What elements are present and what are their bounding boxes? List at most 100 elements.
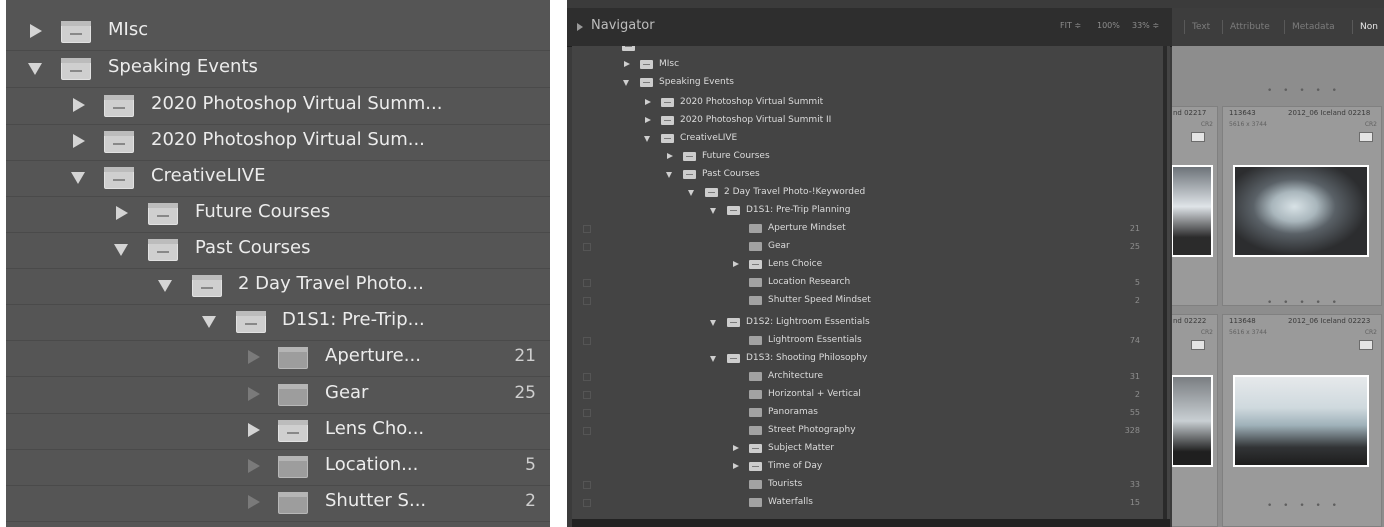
rating-dots[interactable]: • • • • •: [1267, 86, 1341, 96]
folder-row-d1s1[interactable]: D1S1: Pre-Trip...: [6, 304, 550, 341]
collapse-triangle-icon[interactable]: [71, 172, 85, 184]
folder-row-misc[interactable]: MIsc: [6, 14, 550, 51]
collapse-triangle-icon[interactable]: [666, 172, 672, 178]
rating-dots[interactable]: • • • • •: [1267, 298, 1341, 308]
tree-row-time-of-day[interactable]: Time of Day: [572, 458, 1162, 476]
photo-thumbnail[interactable]: [1172, 375, 1213, 467]
tree-row-street-photography[interactable]: Street Photography 328: [572, 422, 1162, 440]
photo-thumbnail[interactable]: [1233, 165, 1369, 257]
tree-scrollbar[interactable]: [1163, 46, 1167, 521]
tree-row-speaking-events[interactable]: Speaking Events: [572, 74, 1162, 92]
folder-row-2020-summit[interactable]: 2020 Photoshop Virtual Summ...: [6, 88, 550, 125]
expand-triangle-icon[interactable]: [733, 261, 739, 267]
tree-row-horizontal-vertical[interactable]: Horizontal + Vertical 2: [572, 386, 1162, 404]
tree-row-past-courses[interactable]: Past Courses: [572, 166, 1162, 184]
zoom-33-option[interactable]: 33% ≑: [1132, 21, 1159, 30]
expand-triangle-icon[interactable]: [733, 463, 739, 469]
expand-triangle-icon[interactable]: [645, 117, 651, 123]
expand-triangle-icon[interactable]: [248, 423, 260, 437]
grid-cell[interactable]: 113643 2012_06 Iceland 02218 5616 x 3744…: [1222, 106, 1382, 306]
folder-row-future-courses[interactable]: Future Courses: [6, 196, 550, 233]
folder-row-speaking-events[interactable]: Speaking Events: [6, 51, 550, 88]
collapse-triangle-icon[interactable]: [710, 320, 716, 326]
row-checkbox[interactable]: [583, 243, 591, 251]
collapse-triangle-icon[interactable]: [688, 190, 694, 196]
collapse-triangle-icon[interactable]: [644, 136, 650, 142]
expand-triangle-icon[interactable]: [73, 134, 85, 148]
expand-triangle-icon[interactable]: [73, 98, 85, 112]
folder-row-past-courses[interactable]: Past Courses: [6, 232, 550, 269]
tree-row-future-courses[interactable]: Future Courses: [572, 148, 1162, 166]
filter-text-tab[interactable]: Text: [1192, 22, 1210, 32]
row-checkbox[interactable]: [583, 391, 591, 399]
collapse-triangle-icon[interactable]: [710, 356, 716, 362]
badge-icon[interactable]: [1191, 132, 1205, 142]
tree-row-aperture-mindset[interactable]: Aperture Mindset 21: [572, 220, 1162, 238]
collection-row-location[interactable]: Location... 5: [6, 449, 550, 486]
row-checkbox[interactable]: [583, 225, 591, 233]
grid-cell[interactable]: 113648 2012_06 Iceland 02223 5616 x 3744…: [1222, 314, 1382, 527]
grid-cell[interactable]: nd 02217 CR2: [1172, 106, 1218, 306]
expand-triangle-icon[interactable]: [116, 206, 128, 220]
filter-metadata-tab[interactable]: Metadata: [1292, 22, 1335, 32]
tree-row-panoramas[interactable]: Panoramas 55: [572, 404, 1162, 422]
tree-row-2020-summit-ii[interactable]: 2020 Photoshop Virtual Summit II: [572, 112, 1162, 130]
badge-icon[interactable]: [1359, 340, 1373, 350]
row-checkbox[interactable]: [583, 481, 591, 489]
expand-triangle-icon[interactable]: [733, 445, 739, 451]
collapse-triangle-icon[interactable]: [623, 80, 629, 86]
collection-row-gear[interactable]: Gear 25: [6, 377, 550, 414]
folder-row-2020-summit-ii[interactable]: 2020 Photoshop Virtual Sum...: [6, 124, 550, 161]
collapse-triangle-icon[interactable]: [28, 63, 42, 75]
tree-row-2-day-travel[interactable]: 2 Day Travel Photo-!Keyworded: [572, 184, 1162, 202]
row-checkbox[interactable]: [583, 499, 591, 507]
panel-collapse-triangle-icon[interactable]: [577, 23, 583, 31]
tree-row-location-research[interactable]: Location Research 5: [572, 274, 1162, 292]
row-checkbox[interactable]: [583, 373, 591, 381]
tree-row-lightroom-essentials[interactable]: Lightroom Essentials 74: [572, 332, 1162, 350]
zoom-fit-option[interactable]: FIT ≑: [1060, 21, 1081, 30]
tree-row-creativelive[interactable]: CreativeLIVE: [572, 130, 1162, 148]
tree-row-lens-choice[interactable]: Lens Choice: [572, 256, 1162, 274]
collapse-triangle-icon[interactable]: [114, 244, 128, 256]
expand-triangle-icon[interactable]: [624, 61, 630, 67]
tree-row-subject-matter[interactable]: Subject Matter: [572, 440, 1162, 458]
folder-row-2-day-travel[interactable]: 2 Day Travel Photo...: [6, 268, 550, 305]
expand-triangle-icon[interactable]: [30, 24, 42, 38]
collapse-triangle-icon[interactable]: [158, 280, 172, 292]
row-checkbox[interactable]: [583, 427, 591, 435]
tree-row-2020-summit[interactable]: 2020 Photoshop Virtual Summit: [572, 94, 1162, 112]
row-checkbox[interactable]: [583, 279, 591, 287]
row-checkbox[interactable]: [583, 297, 591, 305]
filter-none-tab[interactable]: Non: [1360, 22, 1378, 32]
expand-triangle-icon[interactable]: [645, 99, 651, 105]
filter-attribute-tab[interactable]: Attribute: [1230, 22, 1270, 32]
badge-icon[interactable]: [1191, 340, 1205, 350]
tree-row-shutter-speed[interactable]: Shutter Speed Mindset 2: [572, 292, 1162, 310]
navigator-header[interactable]: Navigator FIT ≑ 100% 33% ≑: [567, 8, 1172, 47]
tree-row-d1s2[interactable]: D1S2: Lightroom Essentials: [572, 314, 1162, 332]
rating-dots[interactable]: • • • • •: [1267, 501, 1341, 511]
tree-row-waterfalls[interactable]: Waterfalls 15: [572, 494, 1162, 512]
tree-row-misc[interactable]: MIsc: [572, 56, 1162, 74]
collapse-triangle-icon[interactable]: [710, 208, 716, 214]
photo-thumbnail[interactable]: [1233, 375, 1369, 467]
tree-row-tourists[interactable]: Tourists 33: [572, 476, 1162, 494]
tree-row-d1s3[interactable]: D1S3: Shooting Philosophy: [572, 350, 1162, 368]
tree-row-architecture[interactable]: Architecture 31: [572, 368, 1162, 386]
badge-icon[interactable]: [1359, 132, 1373, 142]
collection-row-shutter[interactable]: Shutter S... 2: [6, 485, 550, 522]
grid-cell[interactable]: nd 02222 CR2: [1172, 314, 1218, 527]
collection-row-aperture[interactable]: Aperture... 21: [6, 340, 550, 377]
photo-thumbnail[interactable]: [1172, 165, 1213, 257]
photo-count: 21: [1129, 224, 1140, 233]
row-checkbox[interactable]: [583, 409, 591, 417]
folder-row-creativelive[interactable]: CreativeLIVE: [6, 160, 550, 197]
collapse-triangle-icon[interactable]: [202, 316, 216, 328]
zoom-100-option[interactable]: 100%: [1097, 21, 1120, 30]
row-checkbox[interactable]: [583, 337, 591, 345]
expand-triangle-icon[interactable]: [667, 153, 673, 159]
folder-row-lens-choice[interactable]: Lens Cho...: [6, 413, 550, 450]
tree-row-gear[interactable]: Gear 25: [572, 238, 1162, 256]
tree-row-d1s1[interactable]: D1S1: Pre-Trip Planning: [572, 202, 1162, 220]
